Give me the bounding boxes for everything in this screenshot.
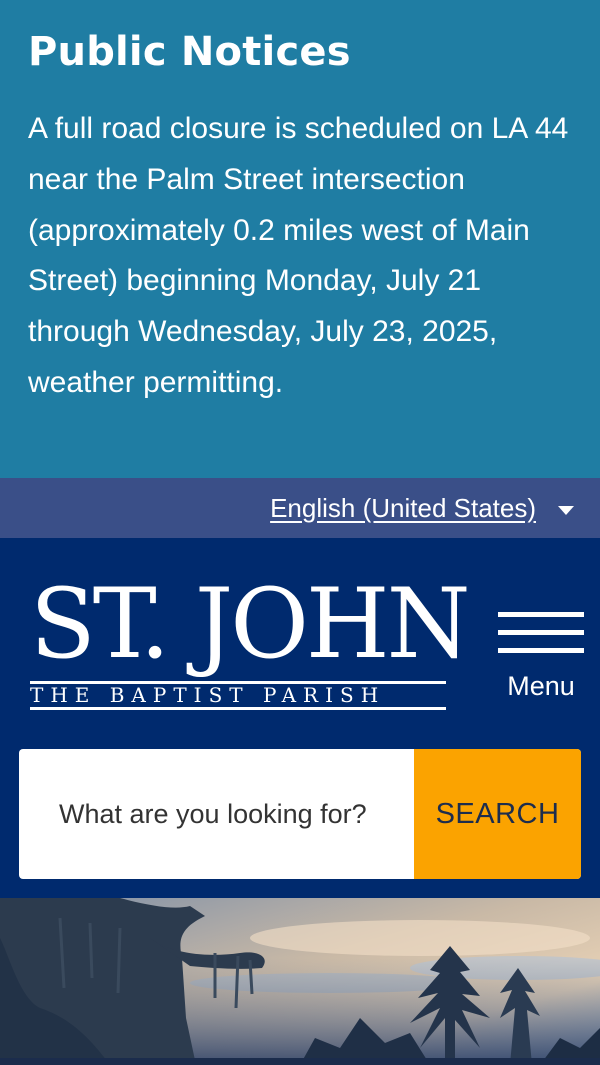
language-selector-bar: English (United States)	[0, 478, 600, 538]
search-input[interactable]	[19, 749, 414, 879]
public-notices-heading: Public Notices	[28, 29, 351, 75]
hamburger-menu-icon	[498, 610, 584, 656]
hero-image	[0, 898, 600, 1065]
public-notice-text: A full road closure is scheduled on LA 4…	[28, 112, 569, 399]
site-header: ST. JOHN THE BAPTIST PARISH Menu SEARCH	[0, 538, 600, 898]
chevron-down-icon[interactable]	[558, 505, 574, 515]
logo-subtitle: THE BAPTIST PARISH	[30, 683, 386, 707]
logo-rule	[30, 707, 446, 710]
parish-logo[interactable]: ST. JOHN THE BAPTIST PARISH	[30, 574, 471, 714]
search-button[interactable]: SEARCH	[414, 749, 581, 879]
language-selector[interactable]: English (United States)	[270, 493, 536, 524]
site-search: SEARCH	[19, 749, 581, 879]
menu-button[interactable]: Menu	[498, 610, 584, 710]
menu-label: Menu	[507, 671, 575, 701]
logo-title: ST. JOHN	[30, 568, 471, 680]
public-notices-banner: Public Notices A full road closure is sc…	[0, 0, 600, 478]
